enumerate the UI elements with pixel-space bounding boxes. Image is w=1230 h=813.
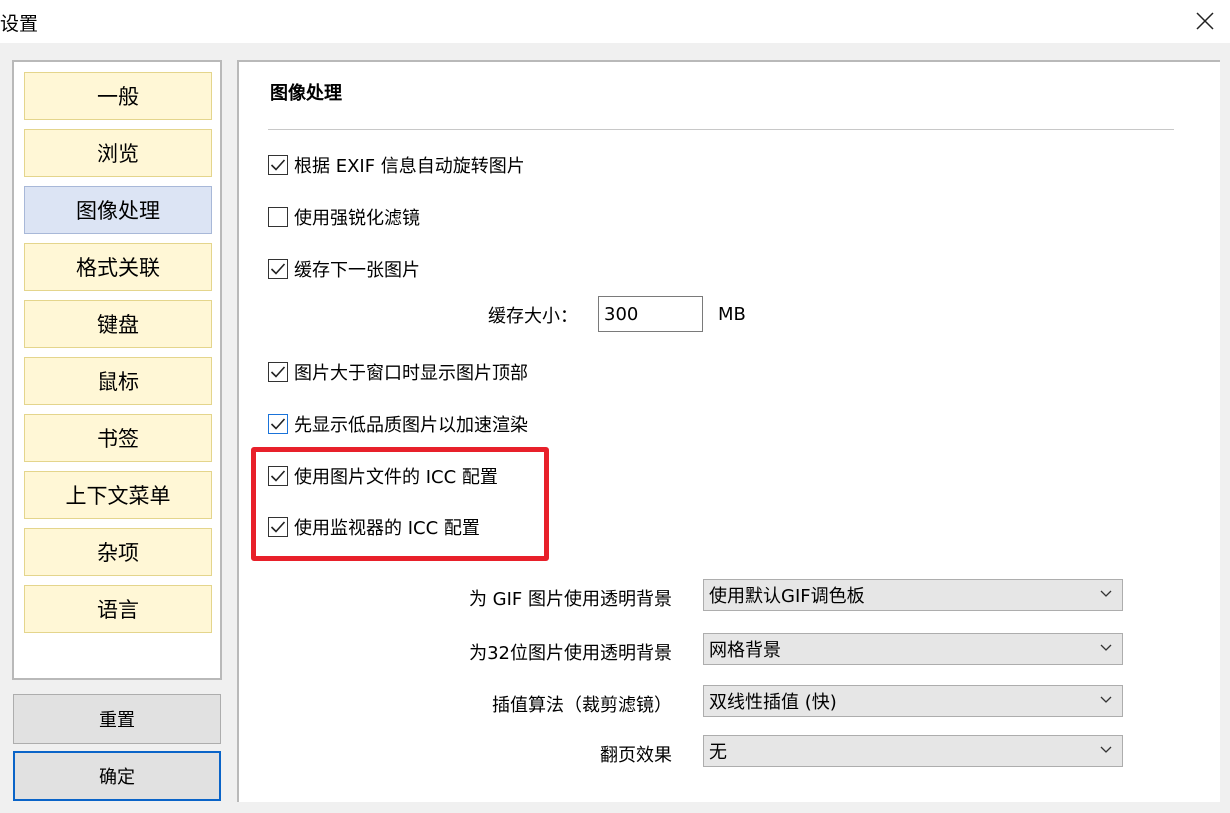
checkbox[interactable] [268,466,288,486]
reset-button[interactable]: 重置 [13,694,221,744]
select-value: 网格背景 [709,640,781,661]
title-bar: 设置 [0,0,1230,43]
checkbox[interactable] [268,207,288,227]
option-label: 使用监视器的 ICC 配置 [294,518,480,539]
option-label: 根据 EXIF 信息自动旋转图片 [294,156,525,177]
checkmark-icon [270,159,286,171]
nav-item-label: 键盘 [97,313,139,337]
gif-transparency-label: 为 GIF 图片使用透明背景 [468,589,672,610]
checkmark-icon [270,418,286,430]
chevron-down-icon [1100,746,1112,753]
32bit-transparency-select[interactable]: 网格背景 [703,633,1123,665]
section-title: 图像处理 [270,83,342,104]
gif-transparency-select[interactable]: 使用默认GIF调色板 [703,579,1123,611]
option-label: 使用图片文件的 ICC 配置 [294,467,498,488]
checkbox[interactable] [268,362,288,382]
interpolation-select[interactable]: 双线性插值 (快) [703,685,1123,717]
option-show-top[interactable]: 图片大于窗口时显示图片顶部 [268,359,528,385]
checkbox[interactable] [268,259,288,279]
cache-size-input[interactable] [598,296,703,332]
close-button[interactable] [1190,6,1220,36]
checkbox[interactable] [268,414,288,434]
checkmark-icon [270,366,286,378]
select-value: 双线性插值 (快) [709,692,837,713]
chevron-down-icon [1100,590,1112,597]
nav-item-label: 杂项 [97,541,139,565]
checkbox[interactable] [268,517,288,537]
ok-button[interactable]: 确定 [13,751,221,801]
nav-item-general[interactable]: 一般 [24,72,212,120]
option-file-icc[interactable]: 使用图片文件的 ICC 配置 [268,463,498,489]
section-divider [268,129,1174,130]
cache-size-unit: MB [718,304,746,325]
select-value: 使用默认GIF调色板 [709,586,865,607]
nav-item-mouse[interactable]: 鼠标 [24,357,212,405]
option-strong-sharpen[interactable]: 使用强锐化滤镜 [268,204,420,230]
interpolation-label: 插值算法（裁剪滤镜） [492,695,672,716]
option-label: 图片大于窗口时显示图片顶部 [294,363,528,384]
nav-item-label: 格式关联 [76,256,160,280]
option-low-quality-first[interactable]: 先显示低品质图片以加速渲染 [268,411,528,437]
nav-item-label: 图像处理 [76,199,160,223]
nav-item-misc[interactable]: 杂项 [24,528,212,576]
chevron-down-icon [1100,644,1112,651]
page-effect-label: 翻页效果 [600,745,672,766]
nav-item-browse[interactable]: 浏览 [24,129,212,177]
option-monitor-icc[interactable]: 使用监视器的 ICC 配置 [268,514,480,540]
nav-item-label: 浏览 [97,142,139,166]
nav-item-image-processing[interactable]: 图像处理 [24,186,212,234]
nav-item-label: 书签 [97,427,139,451]
option-label: 缓存下一张图片 [294,260,420,281]
option-exif-rotate[interactable]: 根据 EXIF 信息自动旋转图片 [268,152,525,178]
checkbox[interactable] [268,155,288,175]
checkmark-icon [270,521,286,533]
checkmark-icon [270,470,286,482]
nav-item-label: 一般 [97,85,139,109]
nav-item-keyboard[interactable]: 键盘 [24,300,212,348]
nav-item-file-associations[interactable]: 格式关联 [24,243,212,291]
nav-item-language[interactable]: 语言 [24,585,212,633]
close-icon [1196,12,1214,30]
nav-item-label: 语言 [97,598,139,622]
option-label: 先显示低品质图片以加速渲染 [294,415,528,436]
checkmark-icon [270,263,286,275]
32bit-transparency-label: 为32位图片使用透明背景 [469,643,672,664]
cache-size-label: 缓存大小： [488,306,578,327]
page-effect-select[interactable]: 无 [703,735,1123,767]
nav-item-context-menu[interactable]: 上下文菜单 [24,471,212,519]
select-value: 无 [709,742,727,763]
chevron-down-icon [1100,696,1112,703]
nav-item-label: 鼠标 [97,370,139,394]
nav-item-bookmarks[interactable]: 书签 [24,414,212,462]
nav-item-label: 上下文菜单 [65,484,171,508]
category-list: 一般 浏览 图像处理 格式关联 键盘 鼠标 书签 上下文菜单 杂项 语言 [12,60,222,680]
option-label: 使用强锐化滤镜 [294,208,420,229]
window-title: 设置 [0,13,39,35]
option-cache-next[interactable]: 缓存下一张图片 [268,256,420,282]
